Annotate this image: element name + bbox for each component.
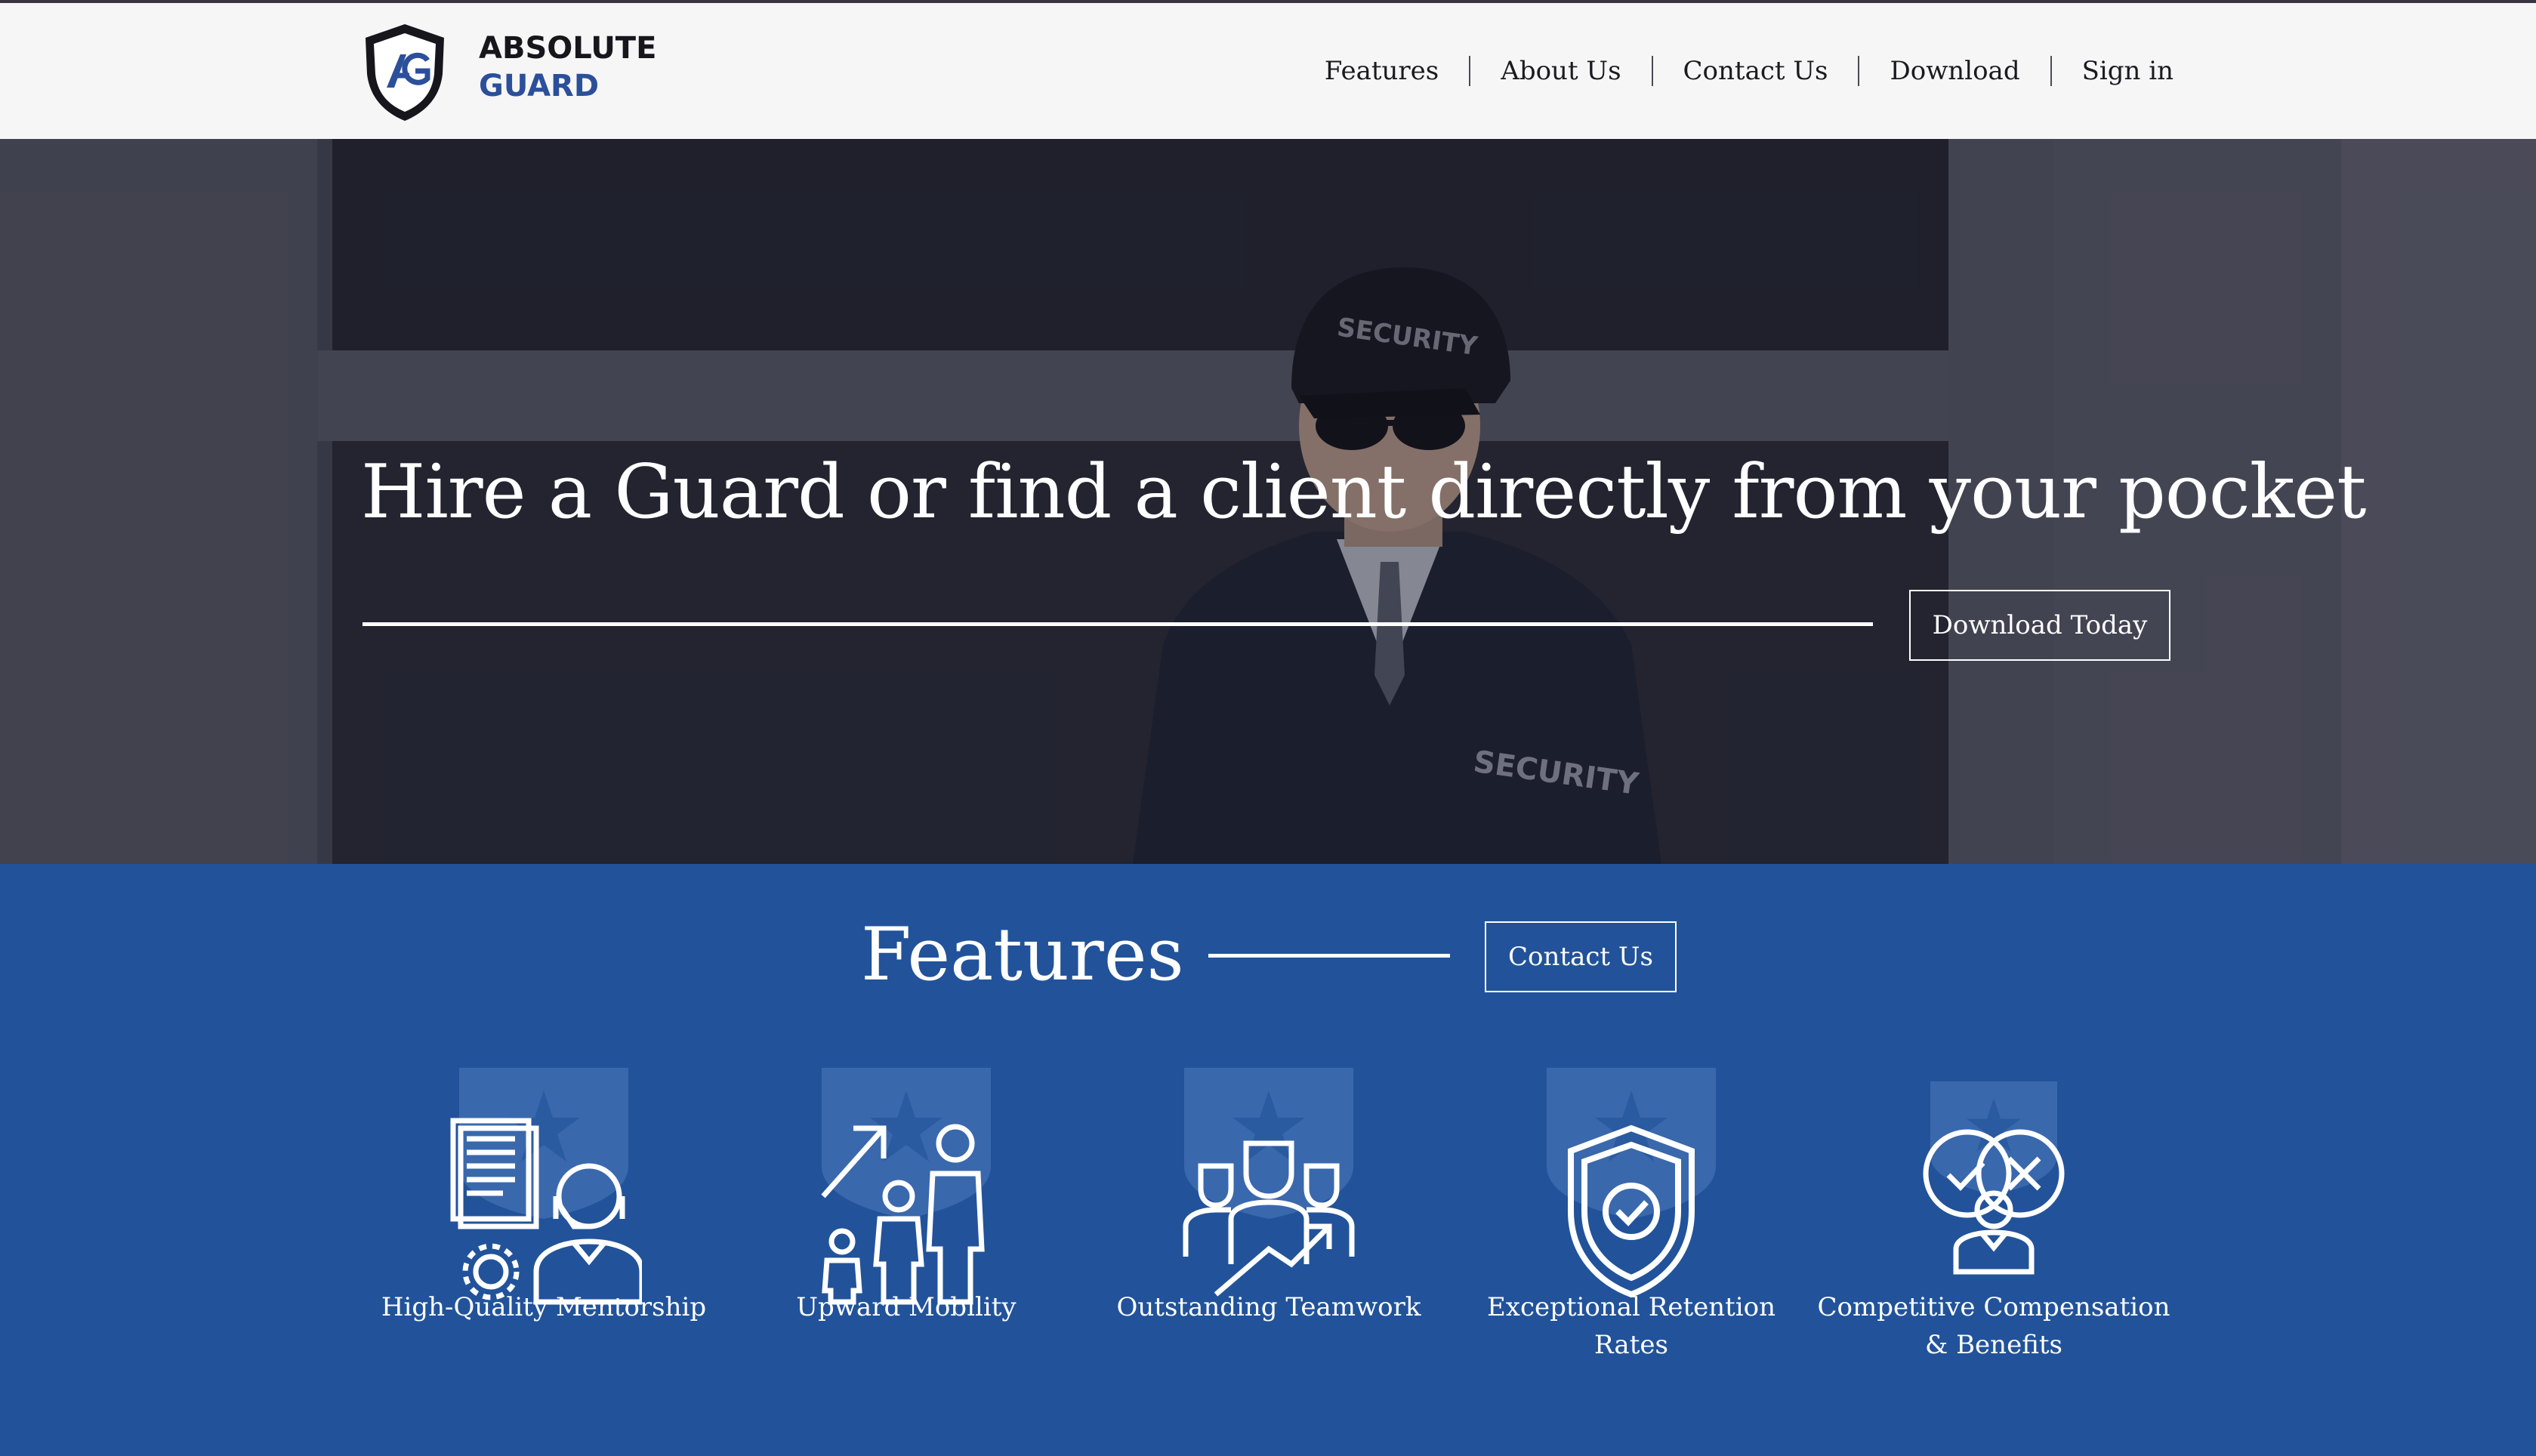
feature-card: Outstanding Teamwork <box>1088 1068 1450 1456</box>
feature-label: Upward Mobility <box>796 1292 1017 1322</box>
feature-label: High-Quality Mentorship <box>381 1292 707 1322</box>
brand-logo[interactable]: ABSOLUTE GUARD <box>359 21 656 124</box>
teamwork-icon <box>1183 1140 1355 1297</box>
nav-download[interactable]: Download <box>1859 54 2050 88</box>
shield-check-icon <box>1568 1124 1695 1298</box>
feature-card: Competitive Compensation & Benefits <box>1813 1068 2175 1456</box>
nav-sign-in[interactable]: Sign in <box>2052 54 2173 88</box>
features-divider <box>1208 954 1450 958</box>
nav-contact-us[interactable]: Contact Us <box>1653 54 1859 88</box>
hero-divider <box>363 622 1873 626</box>
nav-features[interactable]: Features <box>1294 54 1470 88</box>
feature-card: Upward Mobility <box>725 1068 1088 1456</box>
feature-card: High-Quality Mentorship <box>363 1068 725 1456</box>
feature-label: Exceptional Retention Rates <box>1486 1292 1776 1360</box>
download-today-button[interactable]: Download Today <box>1909 590 2170 661</box>
main-nav: Features About Us Contact Us Download Si… <box>1294 3 2173 139</box>
mentorship-icon <box>450 1118 642 1305</box>
navbar: ABSOLUTE GUARD Features About Us Contact… <box>0 3 2536 139</box>
hero-headline: Hire a Guard or find a client directly f… <box>361 449 2366 535</box>
hero-section: SECURITY SECURITY Hire a Guard or find a… <box>0 139 2536 864</box>
feature-label: Competitive Compensation & Benefits <box>1817 1292 2170 1360</box>
upward-mobility-icon <box>821 1124 985 1305</box>
brand-name-line1: ABSOLUTE <box>479 31 657 66</box>
shield-logo-icon <box>366 24 444 121</box>
features-title: Features <box>861 912 1184 997</box>
brand-name-line2: GUARD <box>479 69 600 103</box>
feature-card: Exceptional Retention Rates <box>1450 1068 1813 1456</box>
nav-about-us[interactable]: About Us <box>1470 54 1651 88</box>
feature-label: Outstanding Teamwork <box>1116 1292 1421 1322</box>
decision-icon <box>1923 1129 2065 1275</box>
features-section: Features Contact Us High-Quality Mentors… <box>0 864 2536 1456</box>
contact-us-button[interactable]: Contact Us <box>1485 921 1677 992</box>
